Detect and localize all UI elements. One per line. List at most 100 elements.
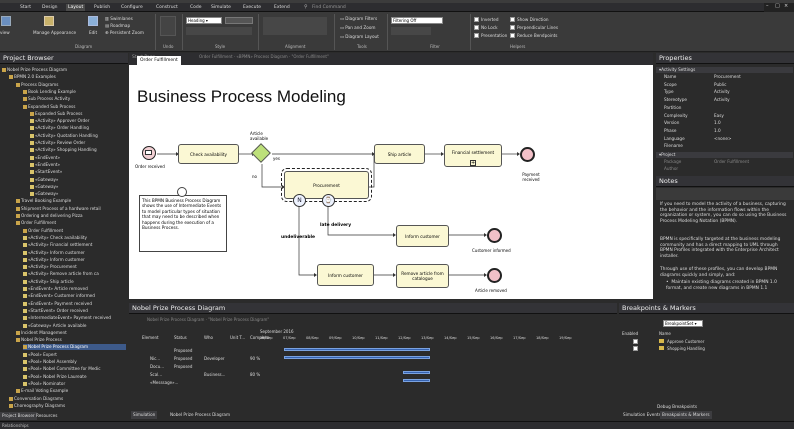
menu-extend[interactable]: Extend: [274, 4, 290, 11]
breakpoint-item[interactable]: Approve Customer: [667, 339, 704, 344]
breakpoint-set-combo[interactable]: BreakpointSet ▾: [663, 320, 703, 327]
tree-item[interactable]: «Activity» Ship article: [23, 279, 126, 285]
tree-item[interactable]: Travel Booking Example: [16, 198, 126, 204]
properties-row-package[interactable]: Package Order Fulfillment: [656, 159, 793, 165]
tree-item[interactable]: «IntermediateEvent» Payment received: [23, 315, 126, 321]
tree-item[interactable]: «EndEvent» Payment received: [23, 301, 126, 307]
tree-item[interactable]: Choreography Diagrams: [9, 403, 126, 409]
no-lock-checkbox[interactable]: [474, 25, 479, 30]
start-event-order-received[interactable]: [142, 146, 156, 160]
tree-item[interactable]: «Activity» Review Order: [30, 140, 126, 146]
tab-simulation[interactable]: Simulation: [131, 411, 158, 419]
menu-simulate[interactable]: Simulate: [211, 4, 231, 11]
end-event-customer-informed[interactable]: [487, 228, 502, 243]
notes-body[interactable]: If you need to model the activity of a b…: [656, 201, 794, 301]
gantt-column-header[interactable]: Element: [142, 335, 159, 340]
tree-item[interactable]: Ordering and delivering Pizza: [16, 213, 126, 219]
tree-item[interactable]: Expanded Sub Process: [30, 111, 126, 117]
tree-item[interactable]: «Gateway»: [30, 184, 126, 190]
tab-project-browser[interactable]: Project Browser: [0, 412, 37, 420]
properties-row[interactable]: Scope Public: [656, 82, 793, 88]
menu-publish[interactable]: Publish: [94, 4, 110, 11]
tree-item[interactable]: Book Lending Example: [23, 89, 126, 95]
task-financial-settlement[interactable]: Financial settlement +: [444, 144, 502, 167]
properties-row[interactable]: Version 1.0: [656, 120, 793, 126]
heading-combo[interactable]: Heading ▾: [186, 17, 222, 24]
menu-code[interactable]: Code: [190, 4, 202, 11]
breakpoint-enabled-checkbox[interactable]: [633, 339, 638, 344]
tree-item[interactable]: «Gateway»: [30, 191, 126, 197]
properties-row[interactable]: Language <none>: [656, 136, 793, 142]
gantt-bar[interactable]: [403, 371, 430, 374]
appearance-icon[interactable]: [44, 16, 54, 26]
tree-item[interactable]: «EndEvent»: [30, 162, 126, 168]
alignment-toolbar[interactable]: [263, 17, 327, 35]
tree-item[interactable]: Nobel Prize Process Diagram: [23, 344, 126, 351]
tree-item[interactable]: «StartEvent» Order received: [23, 308, 126, 314]
tab-order-fulfillment[interactable]: Order Fulfillment: [137, 56, 181, 65]
properties-row[interactable]: Complexity Easy: [656, 113, 793, 119]
tree-item[interactable]: Process Diagrams: [16, 82, 126, 88]
perpendicular-lines-checkbox[interactable]: [510, 25, 515, 30]
tree-item[interactable]: BPMN 2.0 Examples: [9, 74, 126, 80]
menu-design[interactable]: Design: [42, 4, 58, 11]
tree-item[interactable]: «EndEvent» Customer informed: [23, 293, 126, 299]
menu-configure[interactable]: Configure: [121, 4, 143, 11]
tree-item[interactable]: «Activity» Order Handling: [30, 125, 126, 131]
undo-icon[interactable]: [160, 16, 176, 36]
edit-icon[interactable]: [88, 16, 98, 26]
gantt-column-header[interactable]: Unit T...: [230, 335, 245, 340]
task-ship-article[interactable]: Ship article: [374, 144, 425, 164]
intermediate-event-undeliverable[interactable]: Ν: [293, 194, 306, 207]
properties-row[interactable]: Filename: [656, 143, 793, 149]
reduce-bendpoints-checkbox[interactable]: [510, 33, 515, 38]
gantt-bar[interactable]: [284, 348, 430, 351]
tab-nobel-prize-diagram[interactable]: Nobel Prize Process Diagram: [168, 411, 232, 419]
gantt-column-header[interactable]: Status: [174, 335, 187, 340]
roadmap-button[interactable]: ▤ Roadmap: [105, 23, 130, 28]
properties-row[interactable]: Name Procurement: [656, 74, 793, 80]
properties-row[interactable]: Phase 1.0: [656, 128, 793, 134]
font-size-combo[interactable]: [225, 17, 253, 24]
tree-item[interactable]: «Activity» Shopping Handling: [30, 147, 126, 153]
properties-row-author[interactable]: Author: [656, 166, 793, 172]
properties-row[interactable]: Stereotype Activity: [656, 97, 793, 103]
tree-item[interactable]: Expanded Sub Process: [23, 104, 126, 110]
tree-item[interactable]: «Pool» Nobel Assembly: [23, 359, 126, 365]
menu-construct[interactable]: Construct: [156, 4, 178, 11]
menu-start[interactable]: Start: [20, 4, 31, 11]
tree-item[interactable]: Order Fulfillment: [23, 228, 126, 234]
edit-button[interactable]: Edit: [89, 30, 97, 35]
properties-section-project[interactable]: ▾ Project: [656, 152, 793, 158]
find-command-input[interactable]: Find Command: [312, 4, 346, 11]
properties-row[interactable]: Partition: [656, 105, 793, 111]
end-event-payment-received[interactable]: [520, 147, 535, 162]
tab-breakpoints-markers[interactable]: Breakpoints & Markers: [660, 411, 712, 419]
breakpoint-item[interactable]: Shopping Handling: [667, 346, 705, 351]
maximize-icon[interactable]: □: [775, 3, 780, 9]
task-inform-customer-1[interactable]: Inform customer: [396, 225, 449, 247]
filtering-combo[interactable]: Filtering Off: [391, 17, 443, 24]
persistent-zoom-button[interactable]: ⊕ Persistent Zoom: [105, 30, 144, 35]
show-direction-checkbox[interactable]: [510, 17, 515, 22]
tree-item[interactable]: «Activity» Quotation Handling: [30, 133, 126, 139]
tree-item[interactable]: «Activity» Remove article from ca: [23, 271, 126, 277]
search-icon[interactable]: ⚲: [304, 4, 308, 10]
end-event-article-removed[interactable]: [487, 268, 502, 283]
tree-item[interactable]: «Pool» Nobel Committee for Medic: [23, 366, 126, 372]
gantt-bar[interactable]: [403, 379, 430, 382]
notes-toolbar[interactable]: [656, 188, 794, 200]
tree-item[interactable]: «StartEvent»: [30, 169, 126, 175]
diagram-layout-button[interactable]: ▭ Diagram Layout: [340, 34, 379, 39]
minimize-icon[interactable]: –: [766, 3, 769, 9]
diagram-note[interactable]: This BPMN Business Process Diagram shows…: [139, 195, 227, 252]
properties-row[interactable]: Type Activity: [656, 89, 793, 95]
pan-and-zoom-button[interactable]: ▭ Pan and Zoom: [340, 25, 375, 30]
tree-item[interactable]: «EndEvent» Article removed: [23, 286, 126, 292]
tree-item[interactable]: «Gateway»: [30, 177, 126, 183]
tree-item[interactable]: E-mail Voting Example: [16, 388, 126, 394]
tree-item[interactable]: «Pool» Expert: [23, 352, 126, 358]
menu-layout[interactable]: Layout: [66, 4, 86, 11]
task-remove-article[interactable]: Remove article from catalogue: [396, 264, 449, 288]
intermediate-event-late-delivery[interactable]: ⌚: [322, 194, 335, 207]
